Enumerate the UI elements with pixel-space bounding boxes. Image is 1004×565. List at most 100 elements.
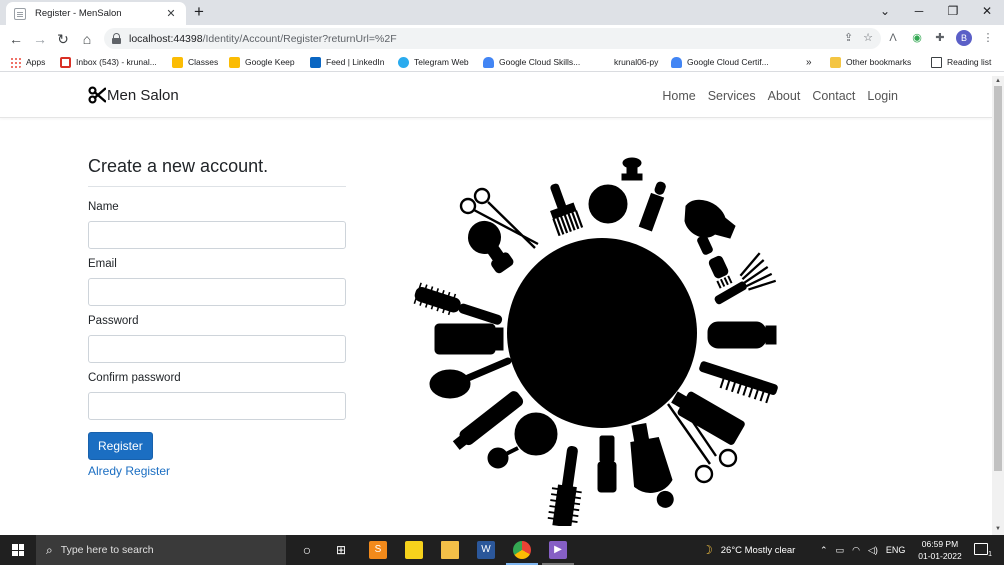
nav-about[interactable]: About — [768, 89, 801, 103]
browser-toolbar: ← → ↻ ⌂ localhost:44398/Identity/Account… — [0, 25, 1004, 52]
tab-search-icon[interactable]: ⌄ — [868, 0, 902, 25]
wifi-icon[interactable]: ◠ — [852, 545, 860, 556]
chevron-up-icon[interactable]: ⌃ — [820, 545, 828, 556]
bookmark-cloud-skills[interactable]: Google Cloud Skills... — [483, 55, 580, 69]
url-path: /Identity/Account/Register?returnUrl=%2F — [202, 32, 397, 45]
profile-avatar[interactable]: B — [956, 30, 972, 46]
windows-start-icon[interactable] — [12, 544, 24, 556]
language-indicator[interactable]: ENG — [886, 545, 906, 555]
windows-taskbar: ⌕ Type here to search ○ ⊞ S W ▶ ☽ 26°C M… — [0, 535, 1004, 565]
already-registered-link[interactable]: Alredy Register — [88, 464, 346, 478]
restore-icon[interactable]: ❐ — [936, 0, 970, 25]
cream-tube-icon — [434, 323, 504, 355]
scrollbar-thumb[interactable] — [994, 86, 1002, 471]
back-icon[interactable]: ← — [6, 29, 26, 49]
bookmark-linkedin[interactable]: Feed | LinkedIn — [310, 55, 384, 69]
keep-icon — [229, 56, 240, 68]
page-favicon-icon — [14, 7, 26, 20]
extension-whatsapp-icon[interactable]: ◉ — [909, 30, 925, 46]
page-viewport: Men Salon Home Services About Contact Lo… — [0, 76, 992, 535]
system-tray: ⌃ ▭ ◠ ◁) ENG — [820, 535, 905, 565]
bookmark-apps[interactable]: Apps — [10, 55, 45, 69]
razor-icon — [452, 391, 524, 450]
menu-kebab-icon[interactable]: ⋮ — [980, 30, 996, 46]
nav-home[interactable]: Home — [662, 89, 695, 103]
browser-tab[interactable]: Register - MenSalon ✕ — [6, 2, 186, 25]
bookmark-gmail[interactable]: Inbox (543) - krunal... — [60, 55, 157, 69]
word-icon[interactable]: W — [477, 541, 495, 559]
bookmark-google-keep[interactable]: Google Keep — [229, 55, 295, 69]
register-button[interactable]: Register — [88, 432, 153, 460]
detangler-brush-icon — [708, 255, 733, 289]
google-cloud-icon — [483, 56, 494, 68]
close-window-icon[interactable]: ✕ — [970, 0, 1004, 25]
bookmark-star-icon[interactable]: ☆ — [863, 31, 873, 44]
forward-icon[interactable]: → — [30, 29, 50, 49]
nav-login[interactable]: Login — [867, 89, 898, 103]
gmail-icon — [60, 56, 71, 68]
moon-icon: ☽ — [702, 543, 713, 557]
scissors-logo-icon — [88, 86, 106, 104]
sublime-text-icon[interactable]: S — [369, 541, 387, 559]
scroll-down-icon[interactable]: ▼ — [994, 525, 1002, 533]
task-view-icon[interactable]: ⊞ — [332, 541, 350, 559]
bookmarks-overflow[interactable]: » — [806, 55, 812, 69]
visual-studio-icon[interactable]: ▶ — [549, 541, 567, 559]
afro-comb-icon — [550, 183, 584, 237]
cortana-icon[interactable]: ○ — [298, 541, 316, 559]
email-input[interactable] — [88, 278, 346, 306]
home-icon[interactable]: ⌂ — [77, 29, 97, 49]
volume-icon[interactable]: ◁) — [868, 545, 878, 556]
bookmark-telegram[interactable]: Telegram Web — [398, 55, 469, 69]
lock-icon[interactable] — [112, 33, 121, 44]
new-tab-button[interactable]: + — [190, 3, 208, 21]
sticky-notes-icon[interactable] — [405, 541, 423, 559]
name-label: Name — [88, 201, 119, 213]
classroom-icon — [172, 56, 183, 68]
illustration-center-circle — [507, 238, 697, 428]
other-bookmarks[interactable]: Other bookmarks — [830, 55, 911, 69]
name-input[interactable] — [88, 221, 346, 249]
extension-a-icon[interactable]: Λ — [885, 30, 901, 46]
battery-icon[interactable]: ▭ — [836, 545, 845, 556]
extensions-puzzle-icon[interactable]: ✚ — [932, 30, 948, 46]
weather-widget[interactable]: ☽ 26°C Mostly clear — [702, 535, 795, 565]
google-cloud-icon — [671, 56, 682, 68]
bookmarks-bar: Apps Inbox (543) - krunal... Classes Goo… — [0, 52, 1004, 72]
confirm-password-input[interactable] — [88, 392, 346, 420]
taskbar-clock[interactable]: 06:59 PM 01-01-2022 — [912, 538, 968, 562]
bookmark-classes[interactable]: Classes — [172, 55, 218, 69]
tab-title: Register - MenSalon — [35, 8, 122, 19]
salon-tools-illustration — [413, 157, 778, 526]
taskbar-search[interactable]: ⌕ Type here to search — [36, 535, 286, 565]
nav-contact[interactable]: Contact — [812, 89, 855, 103]
search-icon: ⌕ — [46, 542, 53, 557]
comb-icon — [699, 361, 778, 404]
address-bar[interactable]: localhost:44398/Identity/Account/Registe… — [104, 28, 881, 49]
password-input[interactable] — [88, 335, 346, 363]
name-field-group: Name — [88, 201, 346, 249]
bookmark-krunal06-py[interactable]: krunal06-py — [598, 55, 658, 69]
notification-center-icon[interactable]: 1 — [974, 543, 992, 559]
page-title: Create a new account. — [88, 156, 346, 187]
reload-icon[interactable]: ↻ — [53, 29, 73, 49]
share-icon[interactable]: ⇪ — [844, 31, 853, 44]
bookmark-cloud-certif[interactable]: Google Cloud Certif... — [671, 55, 769, 69]
notification-count: 1 — [988, 551, 992, 559]
chrome-icon[interactable] — [513, 541, 531, 559]
confirm-password-label: Confirm password — [88, 372, 181, 384]
brand-name: Men Salon — [107, 86, 179, 104]
email-label: Email — [88, 258, 117, 270]
brand-link[interactable]: Men Salon — [88, 86, 179, 104]
nav-services[interactable]: Services — [708, 89, 756, 103]
email-field-group: Email — [88, 258, 346, 306]
reading-list[interactable]: Reading list — [931, 55, 991, 69]
url-host: localhost:44398 — [129, 32, 203, 45]
page-scrollbar[interactable]: ▲ ▼ — [992, 76, 1004, 535]
confirm-password-field-group: Confirm password — [88, 372, 346, 420]
scroll-up-icon[interactable]: ▲ — [994, 77, 1002, 85]
minimize-icon[interactable]: ─ — [902, 0, 936, 25]
file-explorer-icon[interactable] — [441, 541, 459, 559]
weather-text: 26°C Mostly clear — [720, 544, 796, 556]
close-tab-icon[interactable]: ✕ — [164, 7, 178, 20]
